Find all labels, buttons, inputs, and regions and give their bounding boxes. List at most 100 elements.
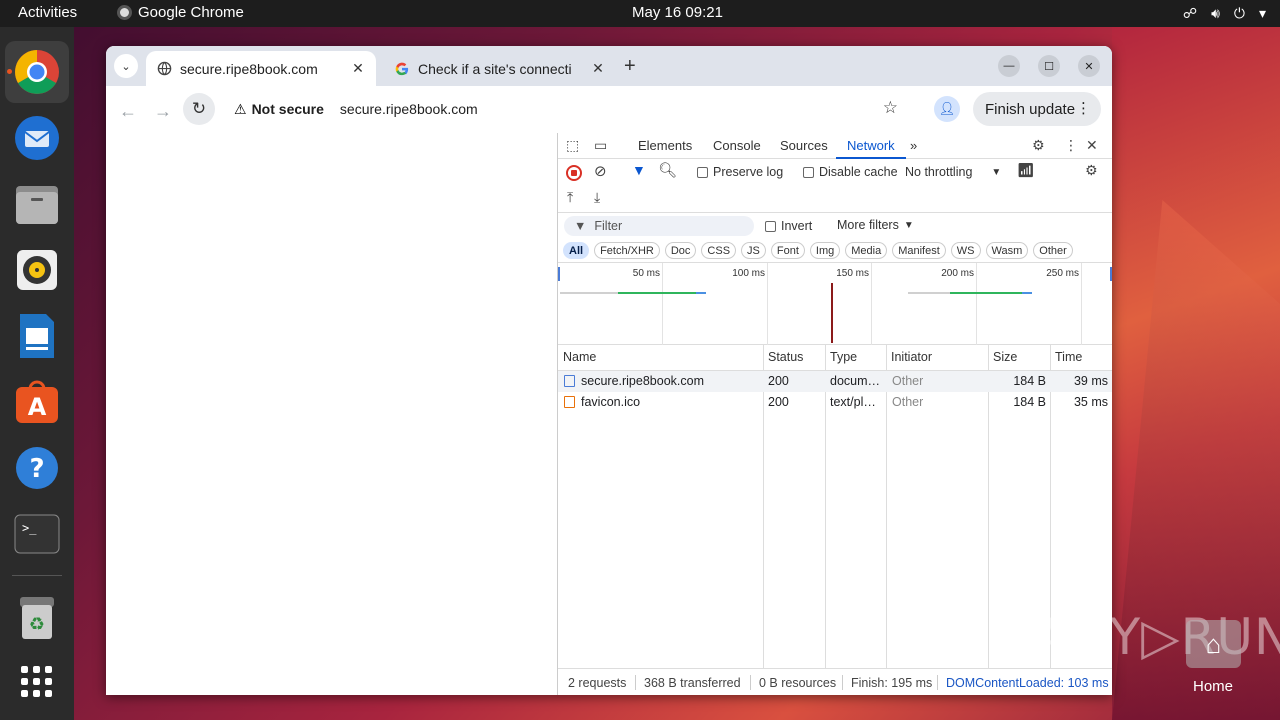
bookmark-star-icon[interactable]: ☆ (883, 98, 898, 118)
chip-img[interactable]: Img (809, 242, 841, 259)
tab-elements[interactable]: Elements (638, 138, 692, 153)
preserve-log-label: Preserve log (713, 165, 784, 179)
chip-fetch-xhr[interactable]: Fetch/XHR (594, 242, 660, 259)
dock-app-center[interactable]: A (5, 371, 69, 433)
export-har-icon[interactable]: ⤓ (594, 189, 600, 206)
reload-button[interactable]: ↻ (183, 93, 215, 125)
network-overview-timeline[interactable]: 50 ms 100 ms 150 ms 200 ms 250 ms (558, 263, 1112, 345)
checkbox-box[interactable] (803, 166, 814, 178)
preserve-log-checkbox[interactable]: Preserve log (697, 165, 783, 179)
url-text[interactable]: secure.ripe8book.com (340, 101, 478, 117)
checkbox-box[interactable] (765, 220, 776, 232)
chip-manifest[interactable]: Manifest (892, 242, 946, 259)
finish-update-button[interactable]: Finish update ⋮ (973, 92, 1101, 126)
col-header-time[interactable]: Time (1050, 345, 1087, 371)
filter-input[interactable]: ▼ Filter (564, 216, 754, 236)
more-vert-icon[interactable]: ⋮ (1064, 137, 1078, 154)
network-conditions-icon[interactable]: 📶︎ (1017, 162, 1035, 179)
network-settings-gear-icon[interactable]: ⚙ (1085, 162, 1098, 179)
browser-toolbar: ← → ↻ ⚠ Not secure secure.ripe8book.com … (106, 86, 1112, 133)
profile-avatar[interactable]: 👤︎ (934, 96, 960, 122)
request-bar-content (1022, 292, 1032, 294)
col-header-type[interactable]: Type (825, 345, 862, 371)
more-vert-icon[interactable]: ⋮ (1076, 99, 1091, 117)
summary-finish: Finish: 195 ms (851, 676, 933, 690)
close-tab-icon[interactable]: ✕ (348, 60, 368, 77)
checkbox-box[interactable] (697, 166, 708, 178)
filter-funnel-icon[interactable]: ▼ (632, 162, 646, 178)
more-tabs-icon[interactable]: » (910, 138, 917, 153)
invert-label: Invert (781, 219, 813, 233)
tab-check-site-connection[interactable]: Check if a site's connecti ✕ (384, 51, 616, 86)
dock-chrome[interactable] (5, 41, 69, 103)
back-button[interactable]: ← (113, 96, 143, 126)
device-toolbar-icon[interactable]: ▭ (594, 137, 607, 154)
table-row[interactable]: secure.ripe8book.com 200 docum… Other 18… (558, 371, 1112, 392)
col-header-size[interactable]: Size (988, 345, 1022, 371)
dock-writer[interactable] (5, 305, 69, 367)
home-folder-label[interactable]: Home (1184, 678, 1242, 695)
inspect-element-icon[interactable]: ⬚ (566, 137, 579, 154)
search-icon[interactable]: 🔍︎ (658, 161, 677, 179)
col-header-initiator[interactable]: Initiator (886, 345, 937, 371)
chip-media[interactable]: Media (845, 242, 888, 259)
google-icon (394, 61, 410, 77)
close-devtools-icon[interactable]: ✕ (1086, 137, 1098, 154)
dock-trash[interactable]: ♻ (5, 587, 69, 649)
dock-files[interactable] (5, 173, 69, 235)
show-apps-button[interactable] (5, 651, 69, 713)
more-filters-label: More filters (837, 218, 899, 232)
col-header-name[interactable]: Name (558, 345, 601, 371)
image-file-icon (564, 396, 575, 408)
overview-right-handle[interactable] (1110, 267, 1112, 281)
disable-cache-checkbox[interactable]: Disable cache (803, 165, 898, 179)
dock-terminal[interactable]: >_ (5, 503, 69, 565)
clock[interactable]: May 16 09:21 (0, 4, 1280, 21)
settings-gear-icon[interactable]: ⚙ (1032, 137, 1045, 154)
table-row[interactable]: favicon.ico 200 text/pl… Other 184 B 35 … (558, 392, 1112, 413)
dock-rhythmbox[interactable] (5, 239, 69, 301)
tab-network[interactable]: Network (847, 138, 895, 153)
tab-sources[interactable]: Sources (780, 138, 828, 153)
tab-secure-ripe8book[interactable]: secure.ripe8book.com ✕ (146, 51, 376, 86)
security-chip[interactable]: Not secure (252, 101, 324, 117)
tab-search-button[interactable]: ⌄ (114, 54, 138, 78)
request-bar-waiting (560, 292, 618, 294)
chip-other[interactable]: Other (1033, 242, 1073, 259)
clear-icon[interactable]: ⊘ (594, 162, 607, 180)
forward-button[interactable]: → (148, 96, 178, 126)
chip-font[interactable]: Font (770, 242, 805, 259)
more-filters-dropdown[interactable]: More filters ▼ (837, 218, 914, 232)
maximize-button[interactable]: ☐ (1038, 55, 1060, 77)
finish-update-label: Finish update (985, 100, 1076, 118)
import-har-icon[interactable]: ⤒ (567, 189, 573, 206)
chip-ws[interactable]: WS (950, 242, 981, 259)
request-status-cell: 200 (768, 395, 789, 409)
home-folder-icon[interactable]: ⌂ (1186, 620, 1241, 668)
chip-wasm[interactable]: Wasm (985, 242, 1029, 259)
chrome-icon (15, 50, 59, 94)
chip-all[interactable]: All (563, 242, 590, 259)
invert-checkbox[interactable]: Invert (765, 219, 812, 233)
minimize-button[interactable]: — (998, 55, 1020, 77)
address-bar[interactable]: ⚠ Not secure secure.ripe8book.com ☆ (226, 92, 916, 126)
close-tab-icon[interactable]: ✕ (588, 60, 608, 77)
dock-help[interactable]: ? (5, 437, 69, 499)
timeline-gridline (871, 263, 872, 345)
system-tray[interactable]: ☍ 🔊︎ ⏻ ▾ (1183, 5, 1266, 22)
throttling-select[interactable]: No throttling ▼ (905, 165, 1001, 179)
running-indicator (7, 69, 12, 74)
col-header-status[interactable]: Status (763, 345, 808, 371)
chip-css[interactable]: CSS (701, 242, 737, 259)
page-viewport[interactable] (106, 133, 557, 695)
new-tab-button[interactable]: + (624, 55, 636, 78)
top-bar: Activities Google Chrome May 16 09:21 ☍ … (0, 0, 1280, 27)
close-window-button[interactable]: ✕ (1078, 55, 1100, 77)
dock-thunderbird[interactable] (5, 107, 69, 169)
tab-console[interactable]: Console (713, 138, 761, 153)
record-icon[interactable] (566, 165, 582, 181)
filter-row: ▼ Filter Invert More filters ▼ All Fetch… (558, 213, 1112, 263)
chip-js[interactable]: JS (741, 242, 766, 259)
chip-doc[interactable]: Doc (664, 242, 697, 259)
overview-left-handle[interactable] (558, 267, 560, 281)
